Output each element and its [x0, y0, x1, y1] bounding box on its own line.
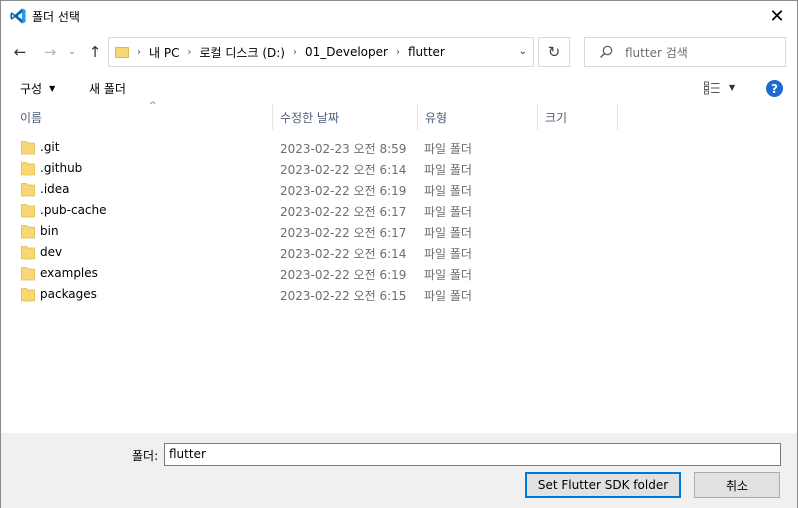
file-type: 파일 폴더 — [424, 184, 472, 198]
list-item[interactable]: .pub-cache 2023-02-22 오전 6:17 파일 폴더 — [1, 200, 797, 221]
folder-icon — [21, 162, 35, 176]
list-item[interactable]: bin 2023-02-22 오전 6:17 파일 폴더 — [1, 221, 797, 242]
file-date: 2023-02-22 오전 6:14 — [280, 163, 407, 177]
list-item[interactable]: packages 2023-02-22 오전 6:15 파일 폴더 — [1, 284, 797, 305]
column-size-label: 크기 — [545, 110, 568, 125]
folder-icon — [115, 46, 129, 58]
file-name: .pub-cache — [40, 203, 107, 217]
folder-icon — [21, 267, 35, 281]
list-item[interactable]: dev 2023-02-22 오전 6:14 파일 폴더 — [1, 242, 797, 263]
breadcrumb-local-disk[interactable]: 로컬 디스크 (D:) — [199, 44, 284, 61]
list-item[interactable]: .idea 2023-02-22 오전 6:19 파일 폴더 — [1, 179, 797, 200]
column-header-size[interactable]: 크기 — [538, 104, 618, 130]
file-name: .github — [40, 161, 83, 175]
file-name: dev — [40, 245, 63, 259]
dialog-title: 폴더 선택 — [32, 10, 80, 24]
column-header-name[interactable]: 이름 ^ — [13, 101, 273, 130]
breadcrumb-flutter[interactable]: flutter — [408, 45, 445, 59]
breadcrumb-developer[interactable]: 01_Developer — [305, 45, 388, 59]
caret-down-icon: ▼ — [49, 84, 56, 93]
search-placeholder: flutter 검색 — [625, 45, 688, 60]
column-name-label: 이름 — [20, 110, 43, 125]
file-type: 파일 폴더 — [424, 226, 472, 240]
dialog-footer: 폴더: flutter Set Flutter SDK folder 취소 — [1, 433, 797, 508]
organize-label: 구성 — [20, 82, 43, 96]
file-date: 2023-02-22 오전 6:17 — [280, 226, 407, 240]
search-icon — [600, 45, 613, 58]
file-date: 2023-02-22 오전 6:14 — [280, 247, 407, 261]
details-view-icon[interactable] — [704, 81, 720, 95]
folder-name-field[interactable]: flutter — [164, 443, 781, 466]
recent-locations-button[interactable]: ⌄ — [65, 40, 79, 64]
file-date: 2023-02-22 오전 6:15 — [280, 289, 407, 303]
address-dropdown-icon[interactable]: ⌄ — [519, 46, 527, 57]
refresh-icon: ↻ — [547, 43, 561, 61]
file-type: 파일 폴더 — [424, 289, 472, 303]
folder-picker-dialog: 폴더 선택 ✕ ← → ⌄ ↑ › 내 PC › 로컬 디스크 (D:) › 0… — [0, 0, 798, 508]
file-date: 2023-02-23 오전 8:59 — [280, 142, 407, 156]
file-name: examples — [40, 266, 98, 280]
folder-icon — [21, 141, 35, 155]
breadcrumb-this-pc[interactable]: 내 PC — [149, 44, 179, 61]
navigation-bar: ← → ⌄ ↑ › 내 PC › 로컬 디스크 (D:) › 01_Develo… — [1, 34, 797, 70]
title-bar: 폴더 선택 ✕ — [1, 1, 797, 31]
back-arrow-icon: ← — [13, 43, 27, 61]
sort-ascending-icon: ^ — [149, 101, 157, 111]
file-name: bin — [40, 224, 59, 238]
file-name: .idea — [40, 182, 70, 196]
organize-button[interactable]: 구성 ▼ — [20, 80, 55, 97]
folder-icon — [21, 204, 35, 218]
chevron-right-icon: › — [187, 46, 192, 58]
chevron-right-icon: › — [292, 46, 297, 58]
file-rows: .git 2023-02-23 오전 8:59 파일 폴더 .github 20… — [1, 137, 797, 305]
chevron-down-icon: ⌄ — [68, 47, 76, 57]
folder-icon — [21, 225, 35, 239]
forward-arrow-icon: → — [43, 43, 57, 61]
help-icon: ? — [771, 81, 778, 96]
folder-icon — [21, 288, 35, 302]
set-flutter-sdk-folder-button[interactable]: Set Flutter SDK folder — [525, 472, 681, 498]
file-name: packages — [40, 287, 97, 301]
view-options-caret-icon[interactable]: ▼ — [729, 83, 735, 92]
file-type: 파일 폴더 — [424, 268, 472, 282]
command-toolbar: 구성 ▼ 새 폴더 ▼ ? — [1, 74, 797, 102]
folder-field-label: 폴더: — [132, 449, 159, 463]
forward-button[interactable]: → — [39, 40, 61, 64]
list-header: 이름 ^ 수정한 날짜 유형 크기 — [1, 101, 797, 130]
vscode-logo-icon — [10, 8, 26, 24]
file-type: 파일 폴더 — [424, 205, 472, 219]
column-header-date[interactable]: 수정한 날짜 — [273, 104, 418, 130]
column-date-label: 수정한 날짜 — [280, 110, 340, 125]
folder-icon — [21, 183, 35, 197]
help-button[interactable]: ? — [766, 80, 783, 97]
folder-icon — [21, 246, 35, 260]
address-bar[interactable]: › 내 PC › 로컬 디스크 (D:) › 01_Developer › fl… — [108, 37, 534, 67]
list-item[interactable]: .github 2023-02-22 오전 6:14 파일 폴더 — [1, 158, 797, 179]
up-button[interactable]: ↑ — [85, 40, 105, 64]
chevron-right-icon: › — [395, 46, 400, 58]
close-button[interactable]: ✕ — [757, 1, 797, 31]
file-name: .git — [40, 140, 60, 154]
new-folder-button[interactable]: 새 폴더 — [89, 80, 126, 97]
chevron-right-icon: › — [137, 46, 141, 58]
back-button[interactable]: ← — [9, 40, 31, 64]
column-header-type[interactable]: 유형 — [418, 104, 538, 130]
file-type: 파일 폴더 — [424, 163, 472, 177]
list-item[interactable]: examples 2023-02-22 오전 6:19 파일 폴더 — [1, 263, 797, 284]
file-date: 2023-02-22 오전 6:17 — [280, 205, 407, 219]
cancel-button[interactable]: 취소 — [694, 472, 780, 498]
file-type: 파일 폴더 — [424, 142, 472, 156]
refresh-button[interactable]: ↻ — [538, 37, 570, 67]
list-item[interactable]: .git 2023-02-23 오전 8:59 파일 폴더 — [1, 137, 797, 158]
close-icon: ✕ — [769, 5, 785, 27]
up-arrow-icon: ↑ — [88, 43, 102, 61]
file-list: 이름 ^ 수정한 날짜 유형 크기 .git 2023-02-23 오전 8:5… — [1, 101, 797, 432]
file-type: 파일 폴더 — [424, 247, 472, 261]
file-date: 2023-02-22 오전 6:19 — [280, 184, 407, 198]
search-input[interactable]: flutter 검색 — [584, 37, 786, 67]
file-date: 2023-02-22 오전 6:19 — [280, 268, 407, 282]
column-type-label: 유형 — [425, 110, 448, 125]
